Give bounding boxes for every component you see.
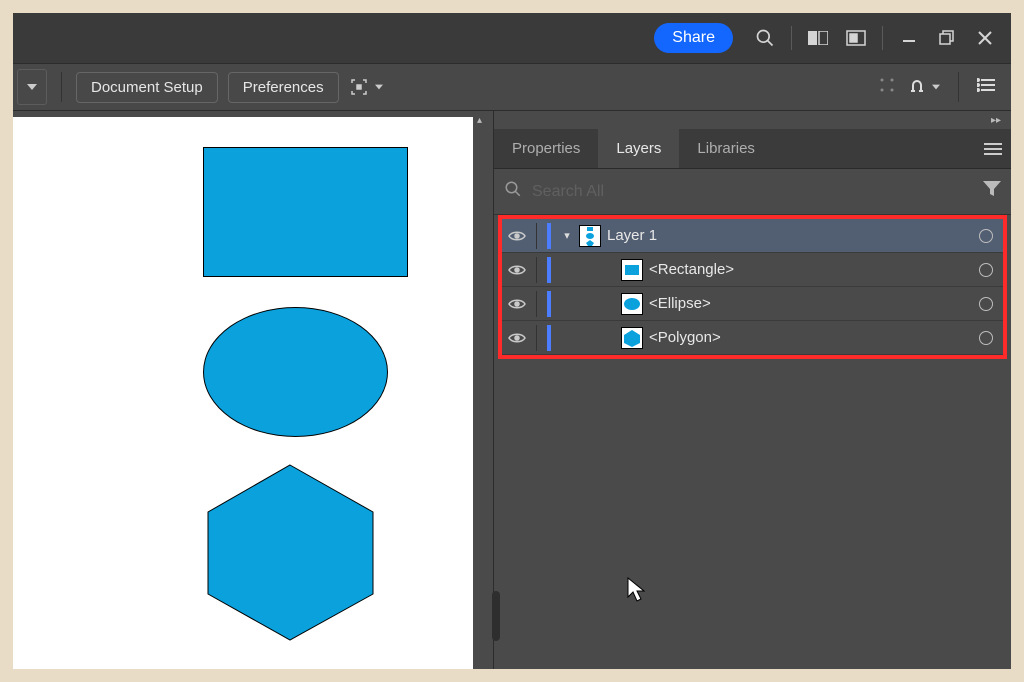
- filter-icon[interactable]: [983, 181, 1001, 202]
- layer-thumbnail: [579, 225, 601, 247]
- target-icon[interactable]: [979, 297, 993, 311]
- arrange-documents-icon[interactable]: [838, 20, 874, 56]
- layer-name[interactable]: <Ellipse>: [649, 295, 973, 312]
- layer-thumbnail: [621, 259, 643, 281]
- rectangle-shape[interactable]: [203, 147, 408, 277]
- layer-row-ellipse[interactable]: <Ellipse>: [502, 287, 1003, 321]
- tab-properties[interactable]: Properties: [494, 129, 598, 168]
- align-artboard-icon[interactable]: [349, 77, 383, 97]
- layer-thumbnail: [621, 327, 643, 349]
- file-dropdown-icon[interactable]: [17, 69, 47, 105]
- separator: [61, 72, 62, 102]
- polygon-shape[interactable]: [203, 462, 378, 642]
- chevron-down-icon[interactable]: ▾: [561, 229, 573, 242]
- layer-color-bar: [547, 325, 551, 351]
- tab-layers[interactable]: Layers: [598, 129, 679, 168]
- list-options-icon[interactable]: [977, 78, 995, 97]
- vertical-scrollbar[interactable]: ▴: [473, 111, 493, 669]
- panel-collapse-row: ▸▸: [494, 111, 1011, 129]
- layers-search-row: [494, 169, 1011, 215]
- minimize-icon[interactable]: [891, 20, 927, 56]
- panel-tabs: Properties Layers Libraries: [494, 129, 1011, 169]
- visibility-eye-icon[interactable]: [508, 230, 526, 242]
- visibility-eye-icon[interactable]: [508, 332, 526, 344]
- title-bar: Share: [13, 13, 1011, 63]
- close-icon[interactable]: [967, 20, 1003, 56]
- separator: [958, 72, 959, 102]
- layer-color-bar: [547, 223, 551, 249]
- target-icon[interactable]: [979, 229, 993, 243]
- main-area: ▴ ▸▸ Properties Layers Libraries: [13, 111, 1011, 669]
- visibility-eye-icon[interactable]: [508, 264, 526, 276]
- layer-name[interactable]: <Polygon>: [649, 329, 973, 346]
- search-icon[interactable]: [504, 180, 522, 203]
- layers-search-input[interactable]: [532, 183, 973, 201]
- preferences-button[interactable]: Preferences: [228, 72, 339, 103]
- layer-color-bar: [547, 291, 551, 317]
- layers-list-highlight: ▾ Layer 1 <R: [498, 215, 1007, 359]
- canvas-column: [13, 111, 473, 669]
- layer-thumbnail: [621, 293, 643, 315]
- layer-name[interactable]: <Rectangle>: [649, 261, 973, 278]
- panel-menu-icon[interactable]: [975, 129, 1011, 168]
- collapse-right-icon[interactable]: ▸▸: [991, 115, 1001, 126]
- separator: [791, 26, 792, 50]
- artboard[interactable]: [13, 117, 473, 669]
- ellipse-shape[interactable]: [203, 307, 388, 437]
- layer-row-rectangle[interactable]: <Rectangle>: [502, 253, 1003, 287]
- workspace-switcher-icon[interactable]: [800, 20, 836, 56]
- right-panel: ▸▸ Properties Layers Libraries: [493, 111, 1011, 669]
- app-window: Share Document Setup Preference: [13, 13, 1011, 669]
- options-bar: Document Setup Preferences: [13, 63, 1011, 111]
- scroll-up-icon[interactable]: ▴: [477, 115, 482, 126]
- grid-dots-icon[interactable]: [878, 76, 896, 99]
- snap-options-icon[interactable]: [910, 80, 940, 94]
- global-search-icon[interactable]: [747, 20, 783, 56]
- target-icon[interactable]: [979, 331, 993, 345]
- layer-name[interactable]: Layer 1: [607, 227, 973, 244]
- layer-row-root[interactable]: ▾ Layer 1: [502, 219, 1003, 253]
- panel-resize-handle[interactable]: [492, 591, 500, 641]
- target-icon[interactable]: [979, 263, 993, 277]
- visibility-eye-icon[interactable]: [508, 298, 526, 310]
- document-setup-button[interactable]: Document Setup: [76, 72, 218, 103]
- restore-icon[interactable]: [929, 20, 965, 56]
- share-button[interactable]: Share: [654, 23, 733, 53]
- layer-row-polygon[interactable]: <Polygon>: [502, 321, 1003, 355]
- separator: [882, 26, 883, 50]
- tab-libraries[interactable]: Libraries: [679, 129, 773, 168]
- layer-color-bar: [547, 257, 551, 283]
